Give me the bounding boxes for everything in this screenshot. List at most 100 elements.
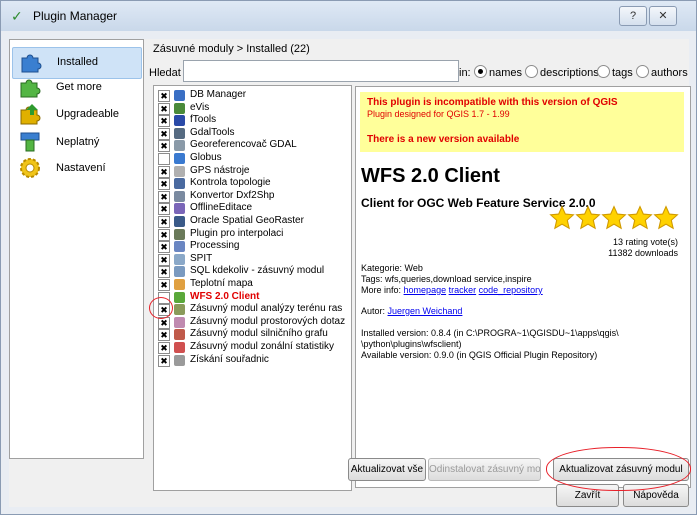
plugin-row[interactable]: Získání souřadnic — [154, 354, 349, 367]
search-in-label: in: — [459, 67, 471, 79]
plugin-row[interactable]: Processing — [154, 240, 349, 254]
plugin-enable-checkbox[interactable] — [158, 342, 170, 354]
upgrade-all-button[interactable]: Aktualizovat vše — [348, 458, 426, 481]
version-info: Installed version: 0.8.4 (in C:\PROGRA~1… — [361, 328, 681, 361]
author-link[interactable]: Juergen Weichand — [388, 306, 463, 316]
plugin-icon — [174, 304, 185, 316]
plugin-row[interactable]: DB Manager — [154, 89, 349, 102]
filter-authors-radio[interactable] — [636, 65, 649, 78]
uninstall-button[interactable]: Odinstalovat zásuvný modul — [428, 458, 541, 481]
plugin-metadata: Kategorie: Web Tags: wfs,queries,downloa… — [361, 263, 543, 296]
plugin-name: Oracle Spatial GeoRaster — [190, 215, 304, 226]
plugin-enable-checkbox[interactable] — [158, 279, 170, 291]
help-title-button[interactable]: ? — [619, 6, 647, 26]
plugin-enable-checkbox[interactable] — [158, 102, 170, 115]
filter-tags-label: tags — [612, 67, 633, 79]
nav-item-upgradeable[interactable]: Upgradeable — [12, 100, 140, 130]
plugin-name: fTools — [190, 114, 217, 126]
plugin-row[interactable]: WFS 2.0 Client — [154, 291, 349, 304]
plugin-enable-checkbox[interactable] — [158, 253, 170, 266]
plugin-enable-checkbox[interactable] — [158, 178, 170, 191]
plugin-row[interactable]: Zásuvný modul zonální statistiky — [154, 341, 349, 354]
plugin-icon — [174, 165, 185, 177]
plugin-enable-checkbox[interactable] — [158, 304, 170, 317]
plugin-row[interactable]: GdalTools — [154, 127, 349, 140]
plugin-list[interactable]: DB ManagereVisfToolsGdalToolsGeoreferenc… — [153, 85, 352, 491]
filter-tags-radio[interactable] — [597, 65, 610, 78]
plugin-enable-checkbox[interactable] — [158, 140, 170, 153]
plugin-row[interactable]: Kontrola topologie — [154, 177, 349, 191]
plugin-enable-checkbox[interactable] — [158, 241, 170, 254]
plugin-enable-checkbox[interactable] — [158, 316, 170, 329]
tracker-link[interactable]: tracker — [449, 285, 477, 295]
plugin-enable-checkbox[interactable] — [158, 216, 170, 228]
star-icon — [601, 205, 627, 230]
plugin-name: Konvertor Dxf2Shp — [190, 189, 275, 201]
dialog-body: Installed Get more Upgradeable Neplatný … — [9, 39, 691, 507]
plugin-row[interactable]: Zásuvný modul prostorových dotaz — [154, 316, 349, 329]
plugin-row[interactable]: SPIT — [154, 253, 349, 266]
plugin-row[interactable]: OfflineEditace — [154, 202, 349, 216]
search-input[interactable] — [183, 60, 459, 82]
homepage-link[interactable]: homepage — [404, 285, 447, 295]
plugin-enable-checkbox[interactable] — [158, 329, 170, 342]
plugin-icon — [174, 342, 185, 353]
plugin-enable-checkbox[interactable] — [158, 153, 170, 165]
plugin-row[interactable]: GPS nástroje — [154, 165, 349, 178]
plugin-enable-checkbox[interactable] — [158, 127, 170, 140]
plugin-enable-checkbox[interactable] — [158, 203, 170, 216]
plugin-name: Zásuvný modul zonální statistiky — [190, 341, 334, 352]
plugin-icon — [174, 291, 185, 303]
plugin-title: WFS 2.0 Client — [361, 165, 500, 187]
plugin-enable-checkbox[interactable] — [158, 354, 170, 367]
star-icon — [627, 205, 653, 230]
plugin-row[interactable]: eVis — [154, 102, 349, 115]
plugin-row[interactable]: Oracle Spatial GeoRaster — [154, 215, 349, 228]
plugin-name: Plugin pro interpolaci — [190, 227, 284, 239]
star-icon — [549, 205, 575, 230]
plugin-row[interactable]: Konvertor Dxf2Shp — [154, 190, 349, 203]
plugin-name: Získání souřadnic — [190, 353, 269, 365]
plugin-icon — [174, 102, 185, 114]
plugin-enable-checkbox[interactable] — [158, 228, 170, 241]
nav-item-settings[interactable]: Nastavení — [12, 154, 140, 184]
filter-names-radio[interactable] — [474, 65, 487, 78]
plugin-icon — [174, 279, 185, 290]
plugin-icon — [174, 203, 185, 215]
plugin-row[interactable]: Plugin pro interpolaci — [154, 228, 349, 241]
plugin-row[interactable]: Zásuvný modul silničního grafu — [154, 328, 349, 342]
code-repository-link[interactable]: code_repository — [479, 285, 543, 295]
plugin-row[interactable]: Globus — [154, 152, 349, 165]
plugin-puzzle-icon — [21, 54, 42, 73]
plugin-enable-checkbox[interactable] — [158, 266, 170, 279]
plugin-enable-checkbox[interactable] — [158, 115, 170, 128]
plugin-row[interactable]: SQL kdekoliv - zásuvný modul — [154, 265, 349, 279]
upgrade-plugin-button[interactable]: Aktualizovat zásuvný modul — [553, 458, 689, 481]
help-button[interactable]: Nápověda — [623, 484, 689, 507]
plugin-row[interactable]: Zásuvný modul analýzy terénu ras — [154, 303, 349, 317]
plugin-name: Globus — [190, 152, 222, 163]
plugin-enable-checkbox[interactable] — [158, 291, 170, 304]
plugin-name: Teplotní mapa — [190, 278, 253, 289]
category-nav: Installed Get more Upgradeable Neplatný … — [9, 39, 144, 459]
more-info-label: More info: — [361, 285, 402, 295]
nav-item-label: Installed — [57, 56, 98, 68]
author-row: Autor: Juergen Weichand — [361, 306, 462, 316]
nav-item-label: Get more — [56, 81, 102, 93]
title-bar: ✓ Plugin Manager ? ✕ — [1, 1, 696, 31]
plugin-icon — [174, 266, 185, 278]
plugin-enable-checkbox[interactable] — [158, 165, 170, 178]
plugin-enable-checkbox[interactable] — [158, 90, 170, 102]
plugin-row[interactable]: Teplotní mapa — [154, 278, 349, 291]
plugin-icon — [174, 228, 185, 240]
nav-item-get-more[interactable]: Get more — [12, 73, 140, 103]
plugin-row[interactable]: fTools — [154, 114, 349, 128]
star-icon — [653, 205, 679, 230]
close-button[interactable]: Zavřít — [556, 484, 619, 507]
category-text: Kategorie: Web — [361, 263, 423, 273]
filter-descriptions-radio[interactable] — [525, 65, 538, 78]
plugin-enable-checkbox[interactable] — [158, 190, 170, 203]
close-title-button[interactable]: ✕ — [649, 6, 677, 26]
plugin-puzzle-icon — [20, 79, 41, 98]
plugin-row[interactable]: Georeferencovač GDAL — [154, 139, 349, 153]
